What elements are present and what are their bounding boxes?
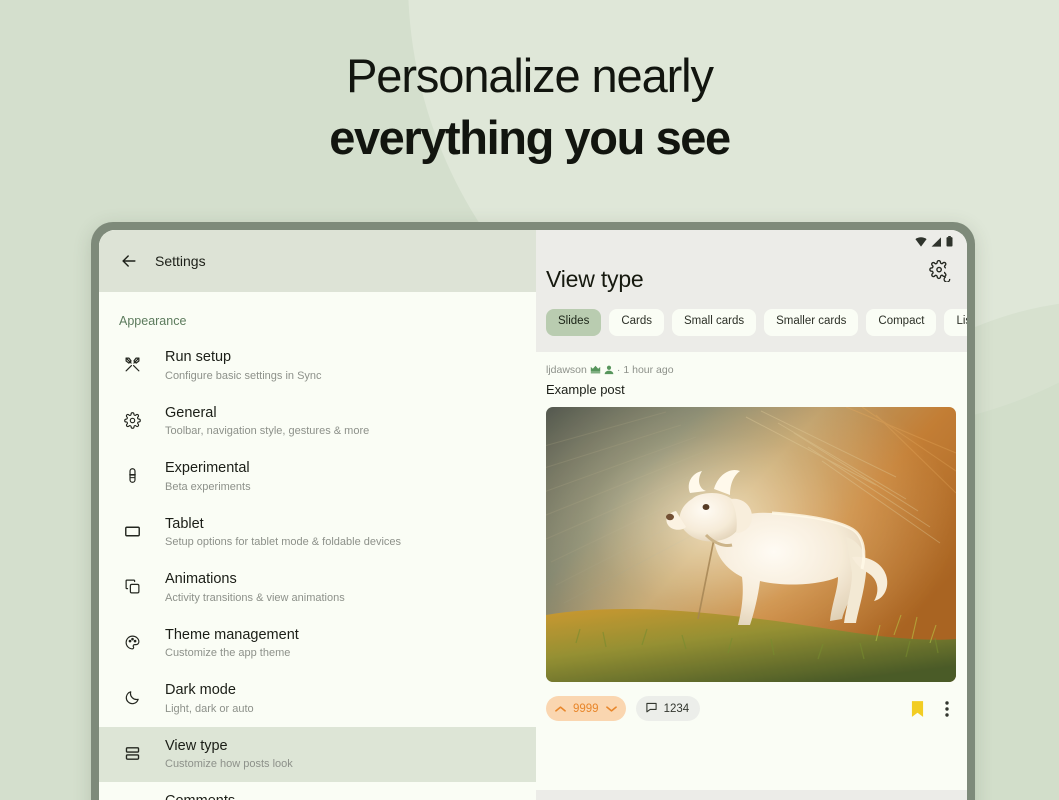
post-timestamp: 1 hour ago <box>623 363 674 376</box>
example-post-card[interactable]: ljdawson · 1 hour ago Example post 9999 … <box>536 351 967 790</box>
bookmark-icon[interactable] <box>907 700 927 717</box>
sidebar-item-title: View type <box>165 737 228 754</box>
test-tube-icon <box>121 458 143 484</box>
animations-icon <box>121 569 143 595</box>
post-author[interactable]: ljdawson <box>546 364 587 376</box>
section-label-appearance: Appearance <box>119 314 187 328</box>
sidebar-item-title: Run setup <box>165 349 232 365</box>
post-action-bar[interactable]: 9999 1234 <box>546 694 957 724</box>
sidebar-item-subtitle: Customize the app theme <box>165 647 291 660</box>
back-arrow-icon[interactable] <box>119 251 139 271</box>
comment-count: 1234 <box>663 702 690 715</box>
sidebar-item-title: Dark mode <box>165 682 236 698</box>
headline-line-2: everything you see <box>329 110 731 164</box>
status-bar <box>915 236 953 247</box>
sidebar-item-title: Tablet <box>165 515 204 532</box>
sidebar-item-title: Animations <box>165 571 237 587</box>
cell-signal-icon <box>931 236 942 247</box>
comment-icon <box>121 791 143 800</box>
view-type-icon <box>121 736 143 762</box>
vote-count: 9999 <box>573 702 599 715</box>
sidebar-item-subtitle: Activity transitions & view animations <box>165 591 345 604</box>
chip-list[interactable]: List <box>944 309 967 336</box>
preview-options-label: Preview options <box>536 790 967 800</box>
sidebar-item-general[interactable]: General Toolbar, navigation style, gestu… <box>99 394 536 450</box>
battery-icon <box>946 236 953 247</box>
comment-pill[interactable]: 1234 <box>635 696 701 721</box>
sidebar-item-comments[interactable]: Comments Customize how comments look <box>99 782 536 800</box>
settings-topbar: Settings <box>99 230 536 292</box>
settings-title: Settings <box>155 253 206 269</box>
post-meta: ljdawson · 1 hour ago <box>546 364 957 376</box>
sidebar-item-subtitle: Beta experiments <box>165 480 251 493</box>
preview-header: View type Slides Cards Small cards Small… <box>536 230 967 352</box>
sidebar-item-subtitle: Toolbar, navigation style, gestures & mo… <box>165 425 370 438</box>
sidebar-item-tablet[interactable]: Tablet Setup options for tablet mode & f… <box>99 505 536 561</box>
sidebar-item-subtitle: Customize how posts look <box>165 758 293 771</box>
promo-headline: Personalize nearly everything you see <box>0 52 1059 162</box>
moon-icon <box>121 680 143 706</box>
chip-cards[interactable]: Cards <box>609 309 665 336</box>
vote-pill[interactable]: 9999 <box>546 696 626 721</box>
sidebar-item-title: Experimental <box>165 460 250 476</box>
sidebar-item-view-type[interactable]: View type Customize how posts look <box>99 726 536 782</box>
sidebar-item-subtitle: Light, dark or auto <box>165 702 254 715</box>
tablet-icon <box>121 514 143 540</box>
chevron-up-icon[interactable] <box>555 705 566 713</box>
chip-compact[interactable]: Compact <box>866 309 937 336</box>
chip-slides[interactable]: Slides <box>546 309 602 336</box>
sidebar-item-title: General <box>165 404 217 421</box>
sidebar-item-dark-mode[interactable]: Dark mode Light, dark or auto <box>99 671 536 727</box>
chip-small-cards[interactable]: Small cards <box>672 309 757 336</box>
sidebar-item-title: Comments <box>165 792 317 800</box>
gear-icon <box>121 403 143 429</box>
chip-smaller-cards[interactable]: Smaller cards <box>764 309 859 336</box>
tablet-screen: Settings Appearance Run setup Configure … <box>99 230 967 800</box>
moderator-icon <box>604 365 614 375</box>
preview-pane: View type Slides Cards Small cards Small… <box>536 230 967 800</box>
settings-pane: Settings Appearance Run setup Configure … <box>99 230 536 800</box>
more-vertical-icon[interactable] <box>937 700 957 717</box>
sidebar-item-title: Theme management <box>165 626 299 643</box>
page-title: View type <box>546 266 644 292</box>
chevron-down-icon[interactable] <box>605 705 617 713</box>
post-title[interactable]: Example post <box>546 382 957 397</box>
crown-icon <box>590 365 601 374</box>
tablet-device-frame: Settings Appearance Run setup Configure … <box>91 222 975 800</box>
post-image[interactable] <box>546 406 956 682</box>
settings-sync-icon[interactable] <box>929 259 953 284</box>
sidebar-item-experimental[interactable]: Experimental Beta experiments <box>99 449 536 505</box>
headline-line-1: Personalize nearly <box>346 49 714 102</box>
meta-separator: · <box>616 363 621 376</box>
palette-icon <box>121 625 143 651</box>
view-type-chip-group[interactable]: Slides Cards Small cards Smaller cards C… <box>546 309 967 352</box>
sidebar-item-run-setup[interactable]: Run setup Configure basic settings in Sy… <box>99 338 536 394</box>
sidebar-item-subtitle: Configure basic settings in Sync <box>165 369 322 382</box>
tools-icon <box>121 347 143 373</box>
sidebar-item-theme-management[interactable]: Theme management Customize the app theme <box>99 616 536 672</box>
sidebar-item-animations[interactable]: Animations Activity transitions & view a… <box>99 560 536 616</box>
settings-list[interactable]: Appearance Run setup Configure basic set… <box>99 292 536 800</box>
wifi-icon <box>915 236 927 247</box>
sidebar-item-subtitle: Setup options for tablet mode & foldable… <box>165 536 402 549</box>
comment-bubble-icon <box>645 701 658 717</box>
